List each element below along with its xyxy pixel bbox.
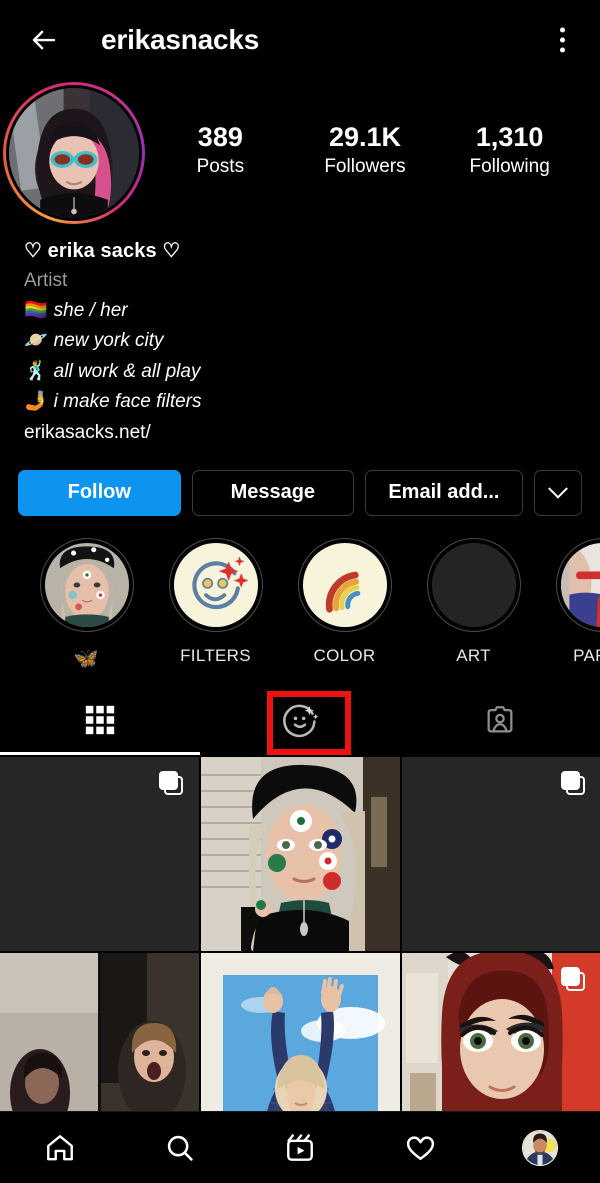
follow-button[interactable]: Follow [18, 469, 181, 516]
instagram-profile-screen: erikasnacks 389 Posts 29.1K Followers 1,… [0, 0, 600, 1183]
more-options-button[interactable] [533, 469, 583, 516]
nav-search[interactable] [145, 1122, 215, 1174]
active-tab-indicator [0, 751, 200, 755]
carousel-icon [561, 966, 585, 991]
back-arrow-icon[interactable] [24, 20, 64, 60]
stat-followers[interactable]: 29.1K Followers [317, 122, 413, 178]
bio-line-filters: 🤳 i make face filters [24, 387, 576, 417]
top-app-bar: erikasnacks [0, 0, 600, 80]
nav-activity[interactable] [385, 1122, 455, 1174]
highlight-cover-selfie [44, 542, 129, 627]
bio-category: Artist [24, 270, 68, 291]
highlight-art[interactable]: ART [409, 537, 538, 671]
grid-cell-2[interactable] [201, 756, 400, 951]
carousel-icon [561, 770, 585, 795]
profile-action-buttons: Follow Message Email add... [0, 448, 600, 516]
posts-grid [0, 755, 600, 1147]
bottom-navigation-bar [0, 1111, 600, 1183]
post-beret-flowers-selfie [201, 756, 400, 951]
story-highlights: 🦋 FILTERS COLOR ART PA [0, 516, 600, 671]
highlight-label: ART [456, 645, 491, 665]
bio-line-location: 🪐 new york city [24, 326, 576, 356]
highlight-label: COLOR [313, 645, 376, 665]
bio-line-pronouns-text: she / her [53, 300, 128, 322]
bio-line-work-text: all work & all play [53, 360, 201, 382]
carousel-icon [159, 770, 183, 795]
tab-tagged[interactable] [400, 685, 600, 755]
bio-section: ♡ erika sacks ♡ Artist 🏳️‍🌈 she / her 🪐 ne… [0, 228, 600, 448]
nav-home[interactable] [25, 1122, 95, 1174]
highlight-cover-smiley-sparkles [173, 542, 258, 627]
chevron-down-icon [547, 478, 568, 499]
face-effects-icon [283, 704, 319, 738]
search-icon [167, 1135, 193, 1161]
tab-effects[interactable] [200, 685, 400, 755]
following-label: Following [469, 156, 550, 178]
highlight-filters[interactable]: FILTERS [151, 537, 280, 671]
profile-avatar-icon [522, 1129, 558, 1166]
avatar-image [9, 88, 139, 218]
tagged-person-icon [487, 706, 513, 733]
posts-label: Posts [196, 156, 245, 178]
highlight-color[interactable]: COLOR [280, 537, 409, 671]
message-button[interactable]: Message [191, 469, 355, 516]
highlight-cover-rainbow [302, 542, 387, 627]
bio-line-work: 🕺 all work & all play [24, 357, 576, 387]
dancer-icon: 🕺 [24, 360, 48, 382]
highlight-label: 🦋 [73, 647, 100, 670]
nav-reels[interactable] [265, 1122, 335, 1174]
stat-posts[interactable]: 389 Posts [172, 122, 268, 178]
reels-icon [287, 1133, 313, 1161]
bio-line-pronouns: 🏳️‍🌈 she / her [24, 296, 576, 326]
grid-cell-1[interactable] [0, 756, 199, 951]
avatar[interactable] [6, 85, 142, 221]
kebab-menu-icon[interactable] [560, 27, 565, 53]
highlight-label: FILTERS [180, 645, 251, 665]
bio-display-name: ♡ erika sacks ♡ [24, 240, 181, 262]
grid-icon [85, 705, 115, 735]
bio-line-filters-text: i make face filters [53, 391, 202, 413]
saturn-icon: 🪐 [24, 330, 48, 352]
highlight-label: PARAD [573, 645, 600, 665]
avatar-container[interactable] [0, 80, 148, 224]
highlight-cover-blank [431, 542, 516, 627]
highlight-parade[interactable]: PARAD [538, 537, 600, 671]
following-count: 1,310 [475, 122, 544, 152]
home-icon [47, 1134, 73, 1160]
email-address-button[interactable]: Email add... [365, 469, 523, 516]
tab-grid[interactable] [0, 685, 200, 755]
posts-count: 389 [197, 122, 243, 152]
highlight-ring[interactable] [168, 537, 263, 632]
nav-profile[interactable] [505, 1122, 575, 1174]
bio-website-link[interactable]: erikasacks.net/ [24, 418, 576, 448]
rainbow-flag-icon: 🏳️‍🌈 [24, 300, 48, 322]
selfie-icon: 🤳 [24, 391, 48, 413]
highlight-ring[interactable] [426, 537, 521, 632]
activity-heart-icon [406, 1136, 434, 1161]
page-title: erikasnacks [101, 24, 260, 55]
highlight-butterfly[interactable]: 🦋 [22, 537, 151, 671]
profile-content-tabs [0, 685, 600, 755]
followers-count: 29.1K [328, 122, 402, 152]
followers-label: Followers [324, 156, 406, 178]
highlight-cover-parade [560, 542, 600, 627]
highlight-ring[interactable] [39, 537, 134, 632]
bio-line-location-text: new york city [53, 330, 164, 352]
story-ring[interactable] [3, 82, 145, 224]
profile-header: 389 Posts 29.1K Followers 1,310 Followin… [0, 80, 600, 228]
profile-stats: 389 Posts 29.1K Followers 1,310 Followin… [148, 80, 600, 178]
stat-following[interactable]: 1,310 Following [462, 122, 558, 178]
highlight-ring[interactable] [555, 537, 600, 632]
grid-cell-3[interactable] [402, 756, 600, 951]
highlight-ring[interactable] [297, 537, 392, 632]
